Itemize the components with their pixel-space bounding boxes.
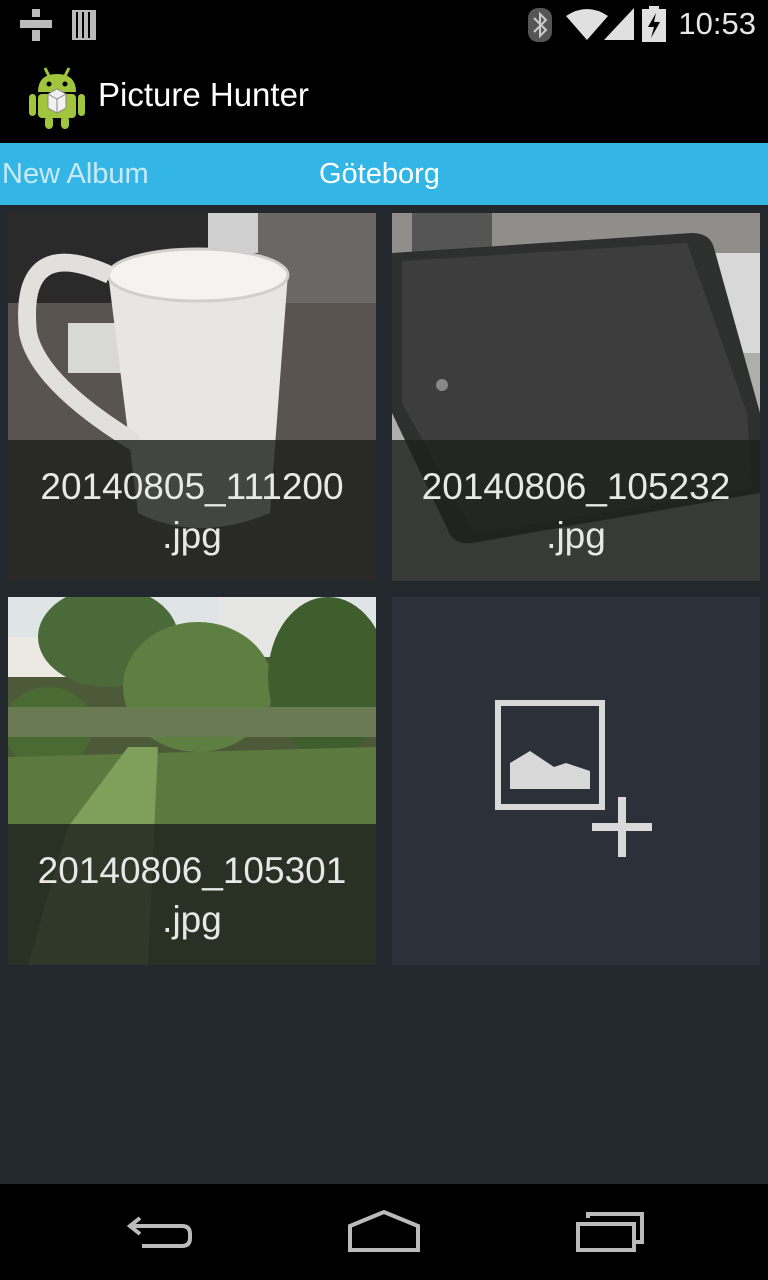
notification-app-icon [20,9,52,41]
filename-extension: .jpg [546,515,606,556]
filename-text: 20140805_111200 [40,466,344,507]
photo-filename: 20140805_111200 .jpg [8,440,376,581]
status-bar: 10:53 [0,0,768,50]
photo-tile[interactable]: 20140806_105301 .jpg [8,597,376,965]
wifi-icon [566,9,608,40]
home-icon[interactable] [346,1206,422,1256]
storage-icon [72,10,96,40]
back-icon[interactable] [122,1206,196,1256]
tab-new-album[interactable]: New Album [2,158,149,191]
cell-signal-icon [604,8,634,40]
tab-goteborg[interactable]: Göteborg [319,158,440,191]
photo-filename: 20140806_105301 .jpg [8,824,376,965]
photo-tile[interactable]: 20140805_111200 .jpg [8,213,376,581]
battery-charging-icon [642,6,666,42]
filename-extension: .jpg [162,899,222,940]
filename-extension: .jpg [162,515,222,556]
recents-icon[interactable] [574,1206,648,1256]
bluetooth-icon [528,8,552,42]
clock: 10:53 [678,6,756,41]
app-title: Picture Hunter [98,76,309,113]
add-picture-tile[interactable] [392,597,760,965]
filename-text: 20140806_105301 [37,850,347,891]
photo-filename: 20140806_105232 .jpg [392,440,760,581]
filename-text: 20140806_105232 [421,466,731,507]
android-app-icon[interactable] [28,64,86,130]
photo-tile[interactable]: 20140806_105232 .jpg [392,213,760,581]
album-tab-strip: New Album Göteborg [0,143,768,205]
action-bar: Picture Hunter [0,50,768,143]
navigation-bar [0,1184,768,1280]
add-picture-icon [495,700,652,857]
